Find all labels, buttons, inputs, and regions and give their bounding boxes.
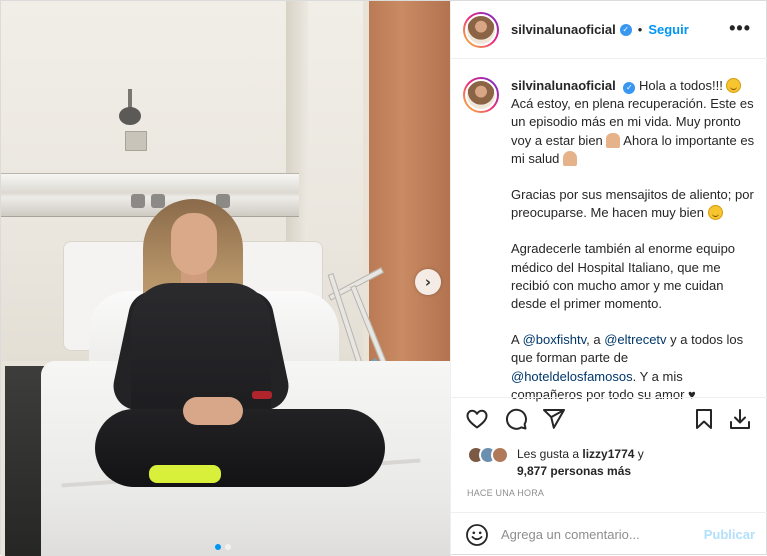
yellow-sock bbox=[149, 465, 221, 483]
caption-paragraph-3: Agradecerle también al enorme equipo méd… bbox=[511, 241, 736, 312]
wall-outlet bbox=[125, 131, 147, 151]
crossed-legs bbox=[95, 409, 385, 487]
caption-text: silvinalunaoficial ✓ Hola a todos!!! Acá… bbox=[511, 77, 755, 402]
lamp-head bbox=[119, 107, 141, 125]
caption-avatar[interactable] bbox=[463, 77, 499, 113]
header-separator: • bbox=[637, 22, 643, 37]
mention-link[interactable]: @eltrecetv bbox=[604, 332, 666, 347]
caption-paragraph-1: silvinalunaoficial ✓ Hola a todos!!! Acá… bbox=[511, 77, 755, 168]
comment-input[interactable] bbox=[501, 527, 704, 542]
bookmark-icon[interactable] bbox=[692, 407, 716, 431]
emoji-picker-icon[interactable] bbox=[465, 523, 489, 547]
likes-middle: y bbox=[634, 447, 644, 461]
caption-area: silvinalunaoficial ✓ Hola a todos!!! Acá… bbox=[451, 59, 767, 402]
post-header: silvinalunaoficial ✓ • Seguir ••• bbox=[451, 1, 767, 59]
share-icon[interactable] bbox=[542, 407, 566, 431]
post-side-panel: silvinalunaoficial ✓ • Seguir ••• silvin… bbox=[450, 1, 767, 556]
folded-hands-emoji-icon bbox=[563, 150, 578, 166]
verified-badge-icon: ✓ bbox=[619, 23, 632, 36]
smiling-face-emoji-icon bbox=[707, 205, 723, 221]
publish-button[interactable]: Publicar bbox=[704, 527, 755, 542]
chevron-right-icon: › bbox=[424, 273, 432, 291]
carousel-next-button[interactable]: › bbox=[415, 269, 441, 295]
mention-link[interactable]: @hoteldelosfamosos bbox=[511, 369, 633, 384]
carousel-dot bbox=[225, 544, 231, 550]
wall-lamp bbox=[119, 89, 141, 129]
likes-text[interactable]: Les gusta a lizzy1774 y 9,877 personas m… bbox=[517, 446, 644, 480]
instagram-post: › silvinalunaoficial ✓ • Seguir ••• silv… bbox=[0, 0, 767, 556]
likes-count[interactable]: 9,877 personas más bbox=[517, 464, 631, 478]
liker-avatar[interactable] bbox=[491, 446, 509, 464]
mention-link[interactable]: @boxfishtv bbox=[523, 332, 587, 347]
face bbox=[171, 213, 217, 275]
follow-button[interactable]: Seguir bbox=[648, 22, 688, 37]
caption-username[interactable]: silvinalunaoficial bbox=[511, 78, 616, 93]
action-bar bbox=[451, 397, 767, 439]
carousel-dot-active bbox=[215, 544, 221, 550]
download-icon[interactable] bbox=[728, 407, 752, 431]
heart-icon[interactable] bbox=[465, 407, 489, 431]
likes-section: Les gusta a lizzy1774 y 9,877 personas m… bbox=[467, 446, 644, 480]
caption-text-segment: , a bbox=[586, 332, 605, 348]
header-username[interactable]: silvinalunaoficial bbox=[511, 22, 616, 37]
post-photo[interactable]: › bbox=[1, 1, 450, 556]
hospital-wristband bbox=[252, 391, 272, 399]
medical-monitor bbox=[5, 366, 45, 556]
caption-paragraph-2: Gracias por sus mensajitos de aliento; p… bbox=[511, 186, 755, 222]
caption-text-segment: Hola a todos!!! bbox=[639, 78, 727, 93]
carousel-dots bbox=[215, 544, 231, 550]
comment-icon[interactable] bbox=[504, 407, 528, 431]
comment-bar: Publicar bbox=[451, 512, 767, 556]
verified-badge-icon: ✓ bbox=[623, 82, 636, 94]
post-timestamp[interactable]: HACE UNA HORA bbox=[467, 488, 544, 498]
caption-text-segment: A bbox=[511, 332, 523, 348]
more-options-icon[interactable]: ••• bbox=[729, 19, 751, 37]
caption-paragraph-4: A @boxfishtv, a @eltrecetv y a todos los… bbox=[511, 331, 755, 404]
smiling-face-emoji-icon bbox=[726, 78, 742, 93]
likes-user[interactable]: lizzy1774 bbox=[582, 447, 634, 461]
likes-prefix: Les gusta a bbox=[517, 447, 583, 461]
avatar[interactable] bbox=[463, 11, 499, 48]
flexed-biceps-emoji-icon bbox=[606, 132, 621, 148]
woman-sitting bbox=[91, 191, 391, 491]
clasped-hands bbox=[183, 397, 243, 425]
